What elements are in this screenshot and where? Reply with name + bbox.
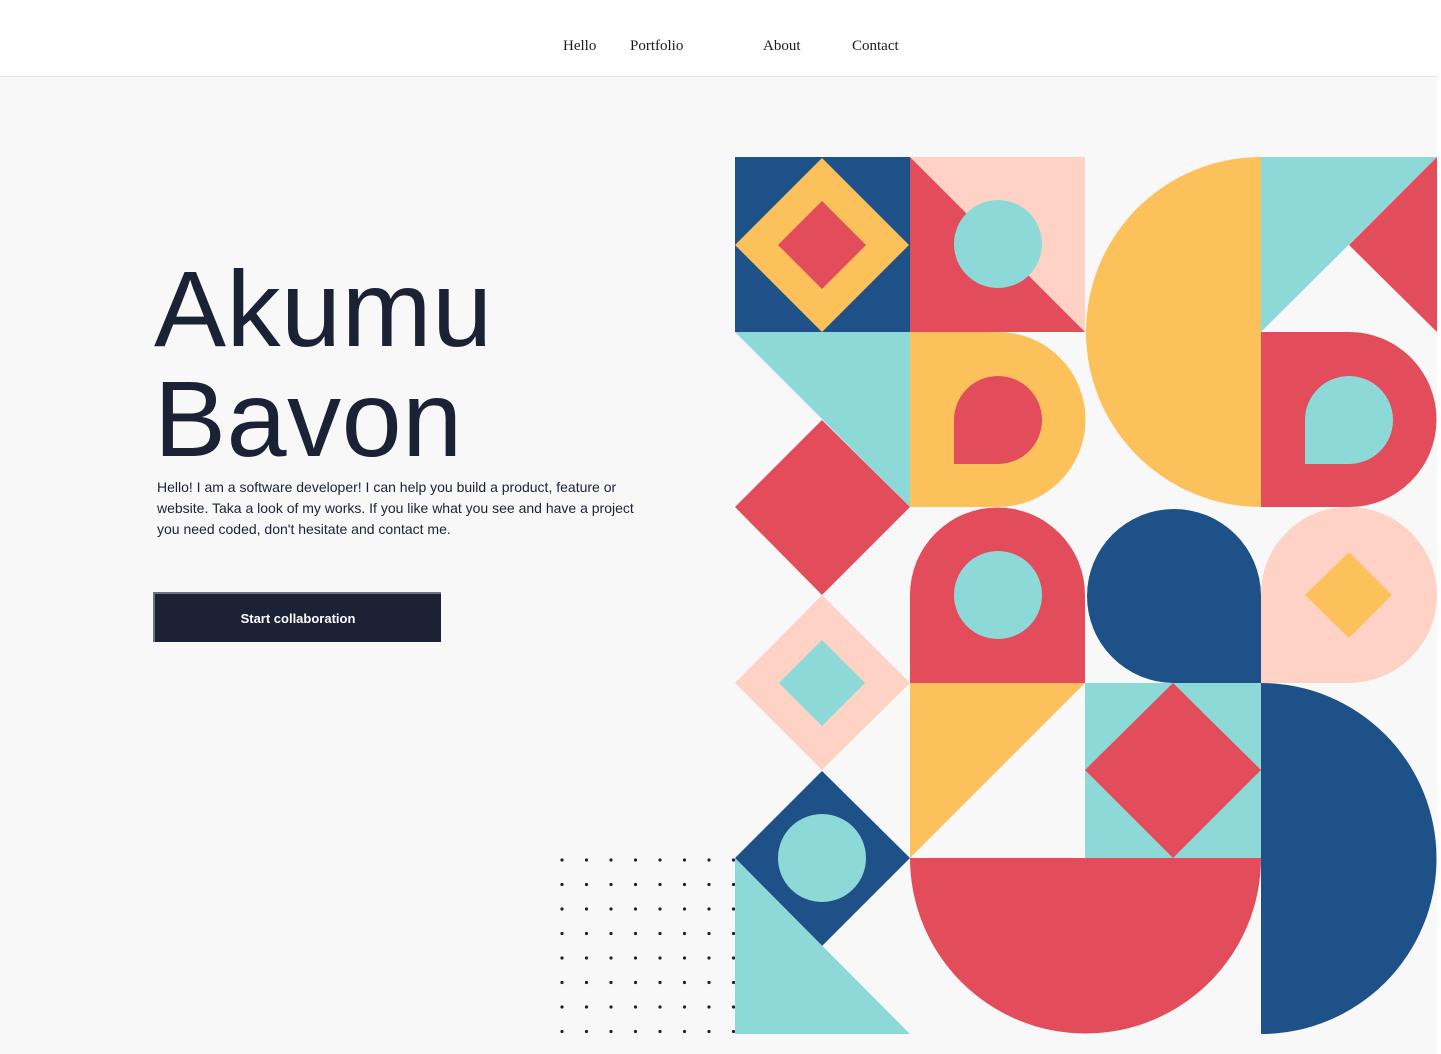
grid-dot <box>658 1005 662 1009</box>
grid-dot <box>560 858 564 862</box>
grid-dot <box>707 882 711 887</box>
grid-dot <box>682 1029 687 1034</box>
grid-dot <box>731 1029 736 1034</box>
grid-dot <box>584 1029 589 1034</box>
grid-dot <box>682 956 687 960</box>
grid-dot <box>609 980 613 985</box>
grid-dot <box>633 980 638 985</box>
tile-navy-half-circle <box>1261 683 1437 1034</box>
grid-dot <box>731 931 736 936</box>
grid-dot <box>609 931 613 936</box>
grid-dot <box>560 1005 564 1009</box>
tile-yellow-drop <box>910 332 1086 507</box>
grid-dot <box>633 882 638 887</box>
grid-dot <box>633 907 638 911</box>
grid-dot <box>731 1005 736 1009</box>
grid-dot <box>731 956 736 960</box>
dot-grid-pattern <box>560 858 736 1034</box>
tile-yellow-half-circle <box>1086 157 1261 507</box>
grid-dot <box>633 1029 638 1034</box>
tile-peach-circle-diamond <box>1260 506 1437 683</box>
grid-dot <box>633 931 638 936</box>
grid-dot <box>658 1029 662 1034</box>
grid-dot <box>560 907 564 911</box>
grid-dot <box>707 956 711 960</box>
grid-dot <box>609 956 613 960</box>
tile-teal-triangles <box>1261 157 1437 332</box>
scrollbar-track[interactable] <box>1437 0 1441 1054</box>
grid-dot <box>658 907 662 911</box>
grid-dot <box>707 858 711 862</box>
grid-dot <box>731 980 736 985</box>
grid-dot <box>584 907 589 911</box>
tile-peach-diamond <box>735 595 910 770</box>
grid-dot <box>707 931 711 936</box>
grid-dot <box>658 882 662 887</box>
grid-dot <box>633 956 638 960</box>
grid-dot <box>584 882 589 887</box>
dot-grid <box>560 858 736 1034</box>
grid-dot <box>707 1029 711 1034</box>
grid-dot <box>707 1005 711 1009</box>
tile-navy-diamond <box>735 157 910 332</box>
tile-teal-red-diamond <box>1085 683 1261 858</box>
grid-dot <box>609 907 613 911</box>
grid-dot <box>682 858 687 862</box>
grid-dot <box>731 882 736 887</box>
grid-dot <box>682 980 687 985</box>
grid-dot <box>584 931 589 936</box>
grid-dot <box>609 1029 613 1034</box>
grid-dot <box>560 980 564 985</box>
grid-dot <box>658 956 662 960</box>
tile-red-half-circle <box>910 858 1261 1034</box>
grid-dot <box>584 858 589 862</box>
grid-dot <box>609 858 613 862</box>
tile-navy-teardrop <box>1087 509 1261 683</box>
tile-red-arch-circle <box>910 507 1085 683</box>
grid-dot <box>658 980 662 985</box>
grid-dot <box>682 907 687 911</box>
grid-dot <box>584 980 589 985</box>
grid-dot <box>633 858 638 862</box>
grid-dot <box>560 1029 564 1034</box>
grid-dot <box>609 882 613 887</box>
grid-dot <box>682 931 687 936</box>
tile-peach-circle <box>910 157 1085 332</box>
grid-dot <box>584 956 589 960</box>
grid-dot <box>658 858 662 862</box>
grid-dot <box>560 931 564 936</box>
grid-dot <box>584 1005 589 1009</box>
tile-red-drop <box>1261 332 1437 507</box>
tile-yellow-triangle <box>910 683 1085 858</box>
grid-dot <box>682 882 687 887</box>
grid-dot <box>731 907 736 911</box>
grid-dot <box>658 931 662 936</box>
grid-dot <box>633 1005 638 1009</box>
grid-dot <box>560 882 564 887</box>
grid-dot <box>682 1005 687 1009</box>
grid-dot <box>707 980 711 985</box>
geometric-art-illustration <box>560 157 1437 1034</box>
grid-dot <box>731 858 736 862</box>
grid-dot <box>707 907 711 911</box>
grid-dot <box>609 1005 613 1009</box>
grid-dot <box>560 956 564 960</box>
tile-teal-triangle-diamond <box>735 332 910 595</box>
